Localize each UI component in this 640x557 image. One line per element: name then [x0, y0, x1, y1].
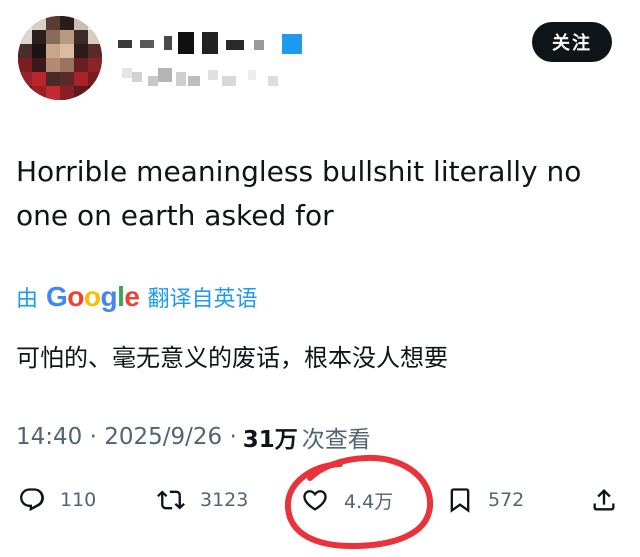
translation-attribution[interactable]: 由 Google 翻译自英语 — [16, 280, 258, 314]
like-button[interactable]: 4.4万 — [300, 478, 393, 522]
bookmark-count: 572 — [488, 489, 525, 511]
tweet-text: Horrible meaningless bullshit literally … — [16, 155, 582, 232]
action-bar: 110 3123 4.4万 572 — [0, 478, 640, 522]
bookmark-icon — [450, 488, 470, 513]
reply-button[interactable]: 110 — [18, 478, 96, 522]
like-count: 4.4万 — [344, 490, 394, 513]
translation-prefix: 由 — [16, 287, 39, 312]
pixelated-avatar-image — [18, 16, 102, 100]
retweet-icon — [157, 490, 185, 510]
bookmark-button[interactable]: 572 — [446, 478, 524, 522]
pixelated-name-image — [118, 32, 302, 86]
timestamp[interactable]: 14:40 · 2025/9/26 · — [16, 424, 237, 450]
retweet-button[interactable]: 3123 — [156, 478, 248, 522]
views-count: 31万 — [242, 427, 298, 453]
censored-user-name[interactable] — [118, 32, 318, 102]
reply-count: 110 — [60, 489, 97, 511]
retweet-count: 3123 — [200, 489, 249, 511]
avatar[interactable] — [18, 16, 102, 100]
share-icon — [593, 489, 615, 511]
google-logo: Google — [46, 281, 140, 312]
heart-icon — [303, 490, 327, 511]
tweet-meta: 14:40 · 2025/9/26 · 31万 次查看 — [16, 420, 371, 454]
translation-suffix: 翻译自英语 — [147, 287, 258, 312]
views-label: 次查看 — [301, 427, 371, 453]
follow-button[interactable]: 关注 — [532, 22, 612, 62]
share-button[interactable] — [590, 478, 618, 522]
translated-tweet-text: 可怕的、毫无意义的废话，根本没人想要 — [16, 344, 448, 372]
reply-icon — [20, 488, 44, 512]
